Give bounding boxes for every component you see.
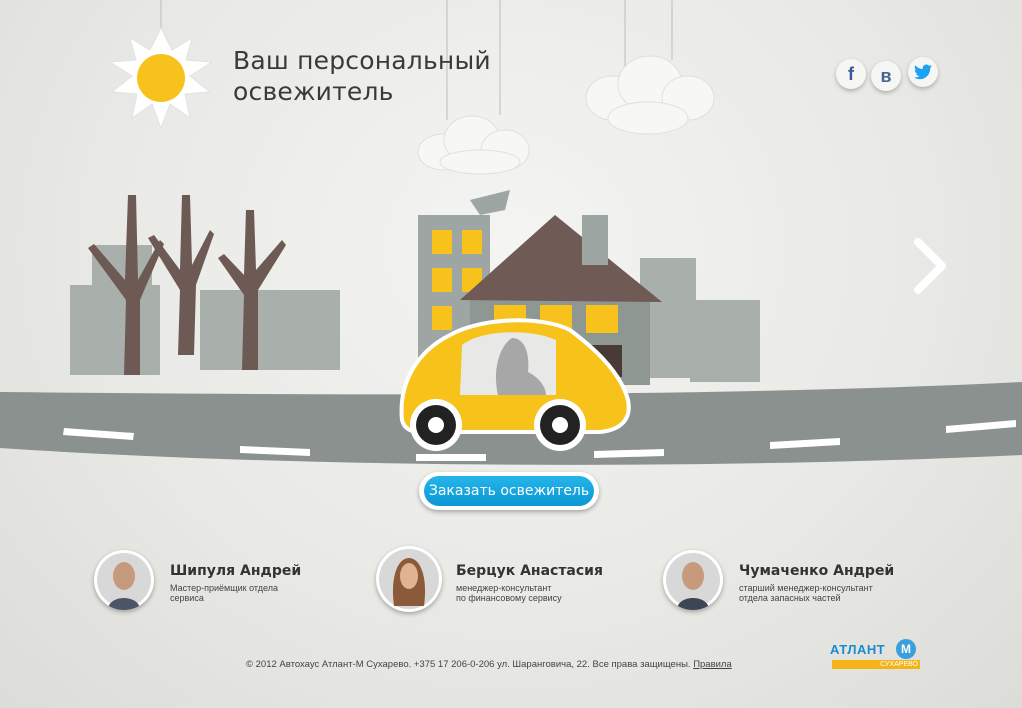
facebook-icon: f bbox=[848, 63, 854, 84]
rules-link[interactable]: Правила bbox=[693, 659, 732, 670]
logo-brand: АТЛАНТ bbox=[830, 642, 886, 657]
role-line: Мастер-приёмщик отдела bbox=[170, 583, 278, 593]
team-member-role: старший менеджер-консультант отдела запа… bbox=[739, 583, 873, 603]
team-member-card: Шипуля Андрей Мастер-приёмщик отдела сер… bbox=[94, 550, 394, 630]
vkontakte-button[interactable]: в bbox=[871, 61, 901, 91]
avatar[interactable] bbox=[94, 550, 154, 610]
copyright-text: © 2012 Автохаус Атлант-М Сухарево. +375 … bbox=[246, 659, 691, 670]
team-member-role: менеджер-консультант по финансовому серв… bbox=[456, 583, 562, 603]
team-member-card: Берцук Анастасия менеджер-консультант по… bbox=[376, 546, 680, 630]
twitter-icon bbox=[914, 64, 932, 80]
team-member-name: Берцук Анастасия bbox=[456, 563, 603, 579]
role-line: сервиса bbox=[170, 593, 204, 603]
role-line: по финансовому сервису bbox=[456, 593, 562, 603]
team-member-card: Чумаченко Андрей старший менеджер-консул… bbox=[663, 550, 963, 630]
atlant-m-logo[interactable]: АТЛАНТ М СУХАРЕВО bbox=[830, 639, 922, 670]
page-title: Ваш персональный освежитель bbox=[233, 45, 491, 107]
title-line-1: Ваш персональный bbox=[233, 46, 491, 75]
avatar[interactable] bbox=[663, 550, 723, 610]
team-member-name: Шипуля Андрей bbox=[170, 563, 302, 579]
team-member-name: Чумаченко Андрей bbox=[739, 563, 895, 579]
role-line: менеджер-консультант bbox=[456, 583, 552, 593]
cloud-left bbox=[417, 115, 530, 175]
role-line: старший менеджер-консультант bbox=[739, 583, 873, 593]
order-freshener-button[interactable]: Заказать освежитель bbox=[419, 472, 599, 510]
logo-sub: СУХАРЕВО bbox=[832, 660, 920, 669]
next-slide-arrow-icon[interactable] bbox=[908, 236, 952, 296]
role-line: отдела запасных частей bbox=[739, 593, 841, 603]
vkontakte-icon: в bbox=[880, 65, 892, 86]
footer: © 2012 Автохаус Атлант-М Сухарево. +375 … bbox=[246, 659, 732, 670]
facebook-button[interactable]: f bbox=[836, 59, 866, 89]
title-line-2: освежитель bbox=[233, 77, 394, 106]
sun bbox=[108, 26, 214, 130]
avatar[interactable] bbox=[376, 546, 442, 612]
twitter-button[interactable] bbox=[908, 57, 938, 87]
order-freshener-label: Заказать освежитель bbox=[424, 476, 594, 506]
cloud-right bbox=[585, 55, 715, 135]
team-member-role: Мастер-приёмщик отдела сервиса bbox=[170, 583, 278, 603]
logo-mark: М bbox=[896, 639, 916, 659]
